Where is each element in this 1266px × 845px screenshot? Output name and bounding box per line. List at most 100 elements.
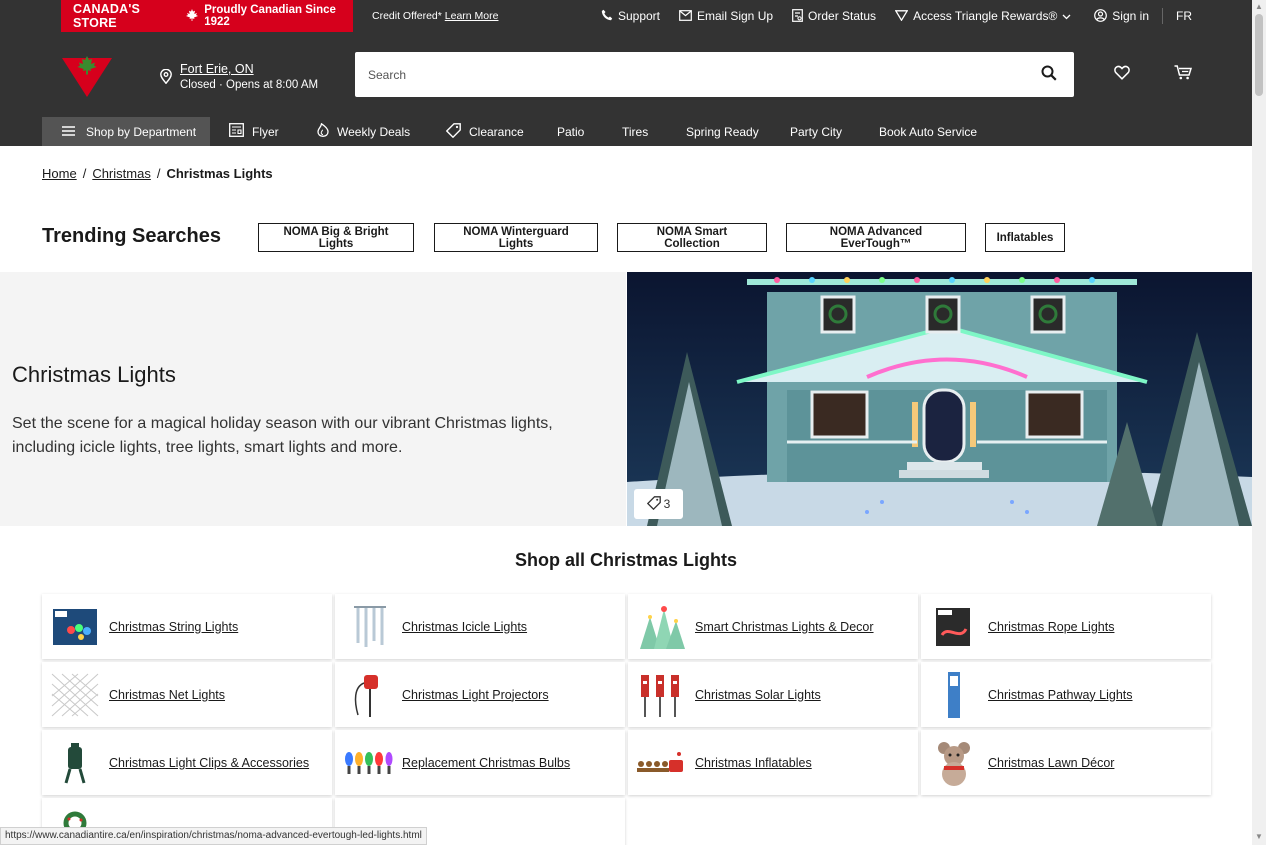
divider [1162, 8, 1163, 24]
triangle-icon [894, 9, 909, 23]
department-label: Shop by Department [86, 124, 197, 139]
heart-icon[interactable] [1114, 65, 1130, 85]
order-status-link[interactable]: Order Status [792, 8, 877, 24]
main-nav: Shop by Department Flyer Weekly Deals Cl… [0, 117, 1252, 146]
scroll-up-arrow-icon[interactable]: ▲ [1255, 2, 1263, 11]
trending-chip[interactable]: NOMA Advanced EverTough™ [786, 223, 966, 252]
nav-patio[interactable]: Patio [557, 117, 584, 146]
auto-label: Book Auto Service [879, 124, 978, 139]
category-tile-inflatables[interactable]: Christmas Inflatables [628, 730, 918, 795]
trending-searches-title: Trending Searches [42, 225, 221, 247]
nav-spring-ready[interactable]: Spring Ready [686, 117, 759, 146]
bulbs-thumbnail [342, 738, 394, 788]
support-link[interactable]: Support [601, 9, 660, 23]
support-label: Support [617, 9, 660, 23]
category-label: Christmas String Lights [109, 619, 239, 634]
solar-lights-thumbnail [635, 670, 687, 720]
search-input[interactable] [355, 52, 1074, 97]
account-icon [1094, 8, 1108, 24]
string-lights-thumbnail [49, 602, 101, 652]
sign-in-link[interactable]: Sign in [1094, 8, 1149, 24]
category-tile-lawn-decor[interactable]: Christmas Lawn Décor [921, 730, 1211, 795]
nav-party-city[interactable]: Party City [790, 117, 842, 146]
canadas-store-banner[interactable]: CANADA'S STORE Proudly Canadian Since 19… [61, 0, 353, 32]
smart-lights-thumbnail [635, 602, 687, 652]
spring-label: Spring Ready [686, 124, 759, 139]
nav-flyer[interactable]: Flyer [229, 117, 279, 146]
breadcrumb: Home / Christmas / Christmas Lights [42, 166, 273, 181]
patio-label: Patio [557, 124, 585, 139]
shoppable-tags-badge[interactable]: 3 [634, 489, 683, 519]
utility-links: Support Email Sign Up Order Status Acces… [601, 0, 1192, 32]
scroll-down-arrow-icon[interactable]: ▼ [1255, 832, 1263, 841]
nav-tires[interactable]: Tires [622, 117, 648, 146]
order-label: Order Status [808, 9, 877, 23]
tag-icon [646, 495, 661, 513]
shop-all-title: Shop all Christmas Lights [514, 550, 738, 570]
nav-weekly-deals[interactable]: Weekly Deals [317, 117, 410, 146]
trending-chip[interactable]: NOMA Winterguard Lights [434, 223, 598, 252]
order-icon [792, 8, 803, 24]
category-label: Christmas Net Lights [109, 687, 226, 702]
projector-thumbnail [342, 670, 394, 720]
tires-label: Tires [622, 124, 649, 139]
category-tile-icicle-lights[interactable]: Christmas Icicle Lights [335, 594, 625, 659]
credit-offer: Credit Offered* Learn More [372, 10, 498, 22]
trending-chip[interactable]: Inflatables [985, 223, 1065, 252]
category-tile-pathway-lights[interactable]: Christmas Pathway Lights [921, 662, 1211, 727]
email-signup-link[interactable]: Email Sign Up [679, 9, 773, 23]
category-label: Christmas Inflatables [695, 755, 812, 770]
store-selector[interactable]: Fort Erie, ON Closed · Opens at 8:00 AM [160, 62, 318, 91]
search-bar [355, 52, 1074, 97]
flyer-label: Flyer [252, 124, 279, 139]
page-scrollbar[interactable]: ▲ ▼ [1252, 0, 1266, 845]
nav-clearance[interactable]: Clearance [445, 117, 524, 146]
search-icon[interactable] [1041, 65, 1057, 86]
breadcrumb-home[interactable]: Home [42, 166, 77, 181]
icicle-lights-thumbnail [342, 602, 394, 652]
clearance-label: Clearance [469, 124, 524, 139]
trending-chip[interactable]: NOMA Smart Collection [617, 223, 767, 252]
browser-status-url: https://www.canadiantire.ca/en/inspirati… [0, 827, 427, 845]
category-label: Smart Christmas Lights & Decor [695, 619, 874, 634]
breadcrumb-separator: / [82, 166, 87, 181]
category-label: Christmas Icicle Lights [402, 619, 528, 634]
clips-thumbnail [49, 738, 101, 788]
breadcrumb-current: Christmas Lights [166, 166, 273, 181]
hamburger-icon [62, 125, 75, 139]
hero-title: Christmas Lights [12, 362, 176, 387]
pathway-lights-thumbnail [928, 670, 980, 720]
rewards-label: Access Triangle Rewards® [913, 9, 1058, 23]
category-tile-replacement-bulbs[interactable]: Replacement Christmas Bulbs [335, 730, 625, 795]
trending-chip[interactable]: NOMA Big & Bright Lights [258, 223, 414, 252]
store-city[interactable]: Fort Erie, ON [180, 62, 318, 76]
flyer-icon [229, 123, 244, 140]
learn-more-link[interactable]: Learn More [445, 10, 499, 22]
weekly-label: Weekly Deals [337, 124, 411, 139]
canadian-tire-logo[interactable] [62, 54, 112, 102]
nav-book-auto-service[interactable]: Book Auto Service [879, 117, 977, 146]
triangle-rewards-link[interactable]: Access Triangle Rewards® [894, 9, 1071, 23]
location-pin-icon [160, 68, 172, 89]
category-tile-smart-lights[interactable]: Smart Christmas Lights & Decor [628, 594, 918, 659]
breadcrumb-separator: / [156, 166, 161, 181]
category-tile-rope-lights[interactable]: Christmas Rope Lights [921, 594, 1211, 659]
category-tile-light-projectors[interactable]: Christmas Light Projectors [335, 662, 625, 727]
category-label: Christmas Solar Lights [695, 687, 821, 702]
category-tile-net-lights[interactable]: Christmas Net Lights [42, 662, 332, 727]
language-toggle[interactable]: FR [1176, 9, 1192, 23]
category-label: Christmas Light Clips & Accessories [109, 755, 310, 770]
cart-icon[interactable] [1174, 65, 1193, 85]
category-tile-solar-lights[interactable]: Christmas Solar Lights [628, 662, 918, 727]
breadcrumb-christmas[interactable]: Christmas [92, 166, 151, 181]
utility-bar: CANADA'S STORE Proudly Canadian Since 19… [0, 0, 1252, 32]
category-label: Christmas Rope Lights [988, 619, 1115, 634]
tagline-text: Proudly Canadian Since 1922 [204, 4, 336, 28]
signin-label: Sign in [1112, 9, 1149, 23]
scrollbar-thumb[interactable] [1255, 14, 1263, 96]
store-hours: Closed · Opens at 8:00 AM [180, 79, 319, 91]
shop-by-department-button[interactable]: Shop by Department [42, 117, 210, 146]
category-tile-string-lights[interactable]: Christmas String Lights [42, 594, 332, 659]
store-info: Fort Erie, ON Closed · Opens at 8:00 AM [180, 62, 318, 91]
category-tile-clips-accessories[interactable]: Christmas Light Clips & Accessories [42, 730, 332, 795]
